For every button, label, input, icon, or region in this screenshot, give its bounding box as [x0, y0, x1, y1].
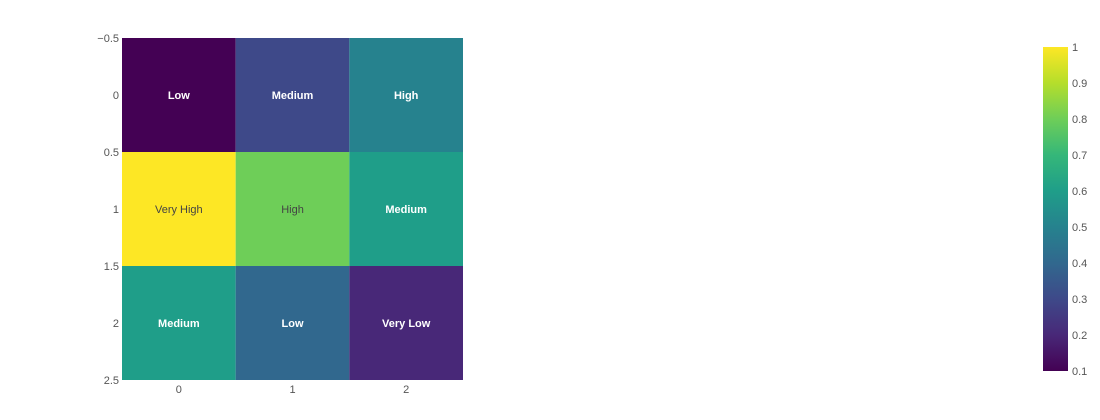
y-axis-ticks: −0.5 0 0.5 1 1.5 2 2.5 — [97, 33, 119, 387]
cell-label-r0-c2: High — [394, 90, 419, 102]
colorbar-tick-label: 0.6 — [1072, 186, 1087, 198]
colorbar-tick-label: 0.1 — [1072, 366, 1087, 378]
x-tick-label: 2 — [403, 384, 409, 396]
colorbar-tick-label: 0.8 — [1072, 114, 1087, 126]
y-tick-label: 2.5 — [104, 375, 119, 387]
colorbar-tick-label: 0.2 — [1072, 330, 1087, 342]
colorbar-tick-label: 0.3 — [1072, 294, 1087, 306]
y-tick-label: 1.5 — [104, 261, 119, 273]
y-tick-label: 2 — [113, 318, 119, 330]
heatmap-chart: Low Medium High Very High High Medium Medium Lo… — [97, 33, 1087, 396]
colorbar-tick-label: 1 — [1072, 42, 1078, 54]
cell-label-r1-c2: Medium — [385, 204, 427, 216]
y-tick-label: 0.5 — [104, 147, 119, 159]
colorbar: 0.1 0.2 0.3 0.4 0.5 0.6 0.7 0.8 0.9 1 — [1043, 42, 1087, 378]
cell-label-r1-c1: High — [281, 204, 304, 216]
x-axis-ticks: 0 1 2 — [176, 384, 409, 396]
y-tick-label: −0.5 — [97, 33, 119, 45]
colorbar-tick-label: 0.9 — [1072, 78, 1087, 90]
x-tick-label: 1 — [289, 384, 295, 396]
colorbar-tick-label: 0.5 — [1072, 222, 1087, 234]
cell-label-r0-c1: Medium — [272, 90, 314, 102]
y-tick-label: 1 — [113, 204, 119, 216]
cell-label-r2-c2: Very Low — [382, 318, 431, 330]
colorbar-tick-label: 0.4 — [1072, 258, 1087, 270]
cell-label-r2-c1: Low — [282, 318, 304, 330]
cell-label-r1-c0: Very High — [155, 204, 203, 216]
y-tick-label: 0 — [113, 90, 119, 102]
cell-label-r0-c0: Low — [168, 90, 190, 102]
colorbar-gradient — [1043, 47, 1068, 371]
cell-label-r2-c0: Medium — [158, 318, 200, 330]
colorbar-tick-label: 0.7 — [1072, 150, 1087, 162]
x-tick-label: 0 — [176, 384, 182, 396]
